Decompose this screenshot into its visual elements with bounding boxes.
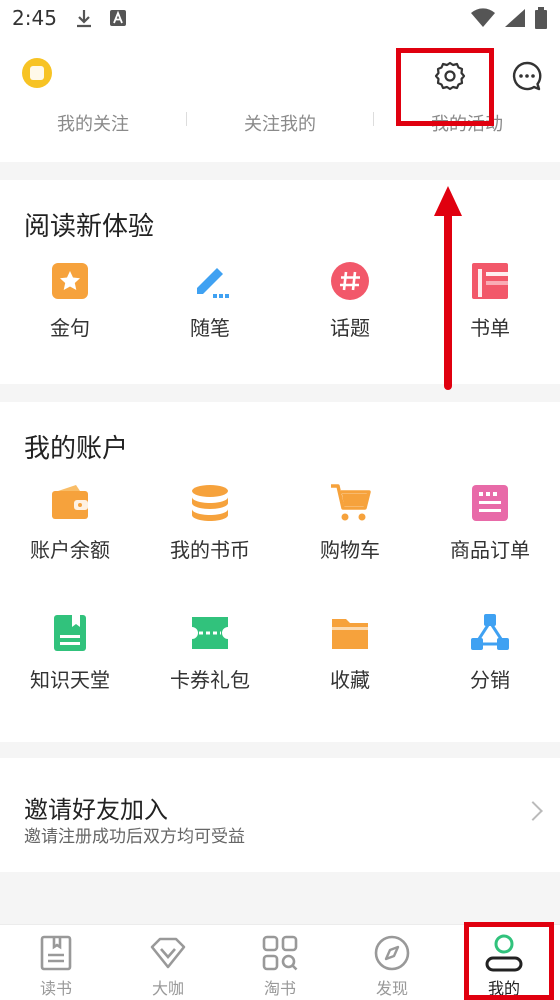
reading-item-label: 话题 — [330, 316, 370, 340]
account-item-coins[interactable]: 我的书币 — [140, 482, 280, 582]
account-item-distribution[interactable]: 分销 — [420, 612, 560, 712]
account-item-label: 商品订单 — [450, 538, 530, 562]
tab-label: 淘书 — [263, 979, 296, 998]
account-section: 我的账户 账户余额 我的书币 购物车 商品订单 知识天堂 卡券礼包 收藏 分销 — [0, 402, 560, 742]
cart-icon — [331, 484, 371, 521]
hashtag-icon — [331, 262, 369, 300]
reading-item-booklist[interactable]: 书单 — [420, 260, 560, 360]
bottom-tab-bar: 读书 大咖 淘书 发现 我的 — [0, 924, 560, 1000]
tab-experts[interactable]: 大咖 — [112, 925, 224, 1000]
account-item-favorites[interactable]: 收藏 — [280, 612, 420, 712]
star-bookmark-icon — [52, 263, 88, 299]
tab-label: 发现 — [375, 979, 408, 998]
tab-label: 大咖 — [151, 979, 184, 998]
account-item-label: 购物车 — [320, 538, 380, 562]
coins-icon — [192, 485, 228, 521]
reading-item-essay[interactable]: 随笔 — [140, 260, 280, 360]
diamond-icon — [150, 937, 186, 969]
account-item-knowledge[interactable]: 知识天堂 — [0, 612, 140, 712]
reading-item-label: 书单 — [470, 316, 510, 340]
knowledge-book-icon — [54, 615, 86, 651]
gear-icon — [434, 61, 466, 91]
reading-grid: 金句 随笔 话题 书单 — [0, 260, 560, 360]
share-network-icon — [471, 614, 509, 650]
message-button[interactable] — [507, 56, 547, 96]
vip-coin-icon[interactable] — [22, 58, 52, 88]
account-item-coupons[interactable]: 卡券礼包 — [140, 612, 280, 712]
account-item-label: 分销 — [470, 668, 510, 692]
tab-label: 我的 — [487, 979, 520, 998]
grid-search-icon — [262, 935, 298, 971]
booklist-icon — [472, 263, 508, 299]
tab-shop-books[interactable]: 淘书 — [224, 925, 336, 1000]
signal-icon — [505, 9, 525, 27]
account-item-label: 我的书币 — [170, 538, 250, 562]
invite-title: 邀请好友加入 — [24, 796, 168, 824]
invite-subtitle: 邀请注册成功后双方均可受益 — [24, 827, 245, 847]
account-grid-row-2: 知识天堂 卡券礼包 收藏 分销 — [0, 612, 560, 712]
download-icon — [76, 10, 91, 28]
wifi-icon — [471, 8, 495, 27]
my-follows-link[interactable]: 我的关注 — [0, 110, 186, 140]
account-item-orders[interactable]: 商品订单 — [420, 482, 560, 582]
account-section-title: 我的账户 — [24, 434, 129, 464]
account-grid-row-1: 账户余额 我的书币 购物车 商品订单 — [0, 482, 560, 582]
profile-header: 我的关注 关注我的 我的活动 — [0, 36, 560, 162]
order-icon — [472, 485, 508, 521]
compass-icon — [374, 935, 410, 971]
account-item-label: 知识天堂 — [30, 668, 110, 692]
account-item-balance[interactable]: 账户余额 — [0, 482, 140, 582]
reading-item-label: 金句 — [50, 316, 90, 340]
chat-bubble-icon — [512, 61, 542, 91]
status-bar: 2:45 — [0, 0, 560, 36]
reading-item-label: 随笔 — [190, 316, 230, 340]
reading-section: 阅读新体验 金句 随笔 话题 书单 — [0, 180, 560, 384]
profile-icon — [485, 934, 523, 972]
account-item-label: 账户余额 — [30, 538, 110, 562]
status-time: 2:45 — [12, 6, 57, 30]
book-icon — [40, 935, 72, 971]
tab-label: 读书 — [39, 979, 72, 998]
wallet-icon — [52, 485, 88, 519]
tab-mine[interactable]: 我的 — [448, 925, 560, 1000]
reading-item-quotes[interactable]: 金句 — [0, 260, 140, 360]
pencil-icon — [197, 268, 229, 298]
invite-friends-row[interactable]: 邀请好友加入 邀请注册成功后双方均可受益 — [0, 758, 560, 872]
annotation-arrow-head — [434, 186, 462, 216]
followers-link[interactable]: 关注我的 — [187, 110, 373, 140]
folder-icon — [332, 619, 368, 649]
follow-row: 我的关注 关注我的 我的活动 — [0, 110, 560, 140]
settings-button[interactable] — [430, 56, 470, 96]
tab-reading[interactable]: 读书 — [0, 925, 112, 1000]
annotation-arrow-shaft — [444, 210, 452, 390]
ticket-icon — [192, 617, 228, 649]
reading-item-topics[interactable]: 话题 — [280, 260, 420, 360]
chevron-right-icon — [523, 801, 543, 821]
my-activities-link[interactable]: 我的活动 — [374, 110, 560, 140]
account-item-label: 卡券礼包 — [170, 668, 250, 692]
reading-section-title: 阅读新体验 — [24, 212, 155, 242]
account-item-label: 收藏 — [330, 668, 370, 692]
notification-a-icon — [109, 10, 126, 26]
battery-icon — [535, 7, 547, 29]
tab-discover[interactable]: 发现 — [336, 925, 448, 1000]
account-item-cart[interactable]: 购物车 — [280, 482, 420, 582]
